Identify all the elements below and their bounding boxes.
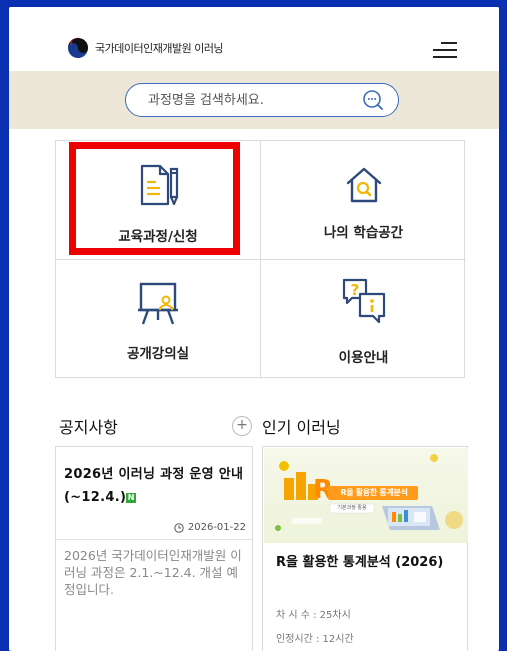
hamburger-menu-button[interactable] <box>429 40 457 60</box>
popular-course-card[interactable]: R R을 활용한 통계분석 기본과정 활용 R을 활용한 통계분석 (2026)… <box>262 446 468 651</box>
search-input[interactable] <box>148 90 348 110</box>
menu-line-icon <box>441 42 457 44</box>
popular-course-title[interactable]: R을 활용한 통계분석 (2026) <box>276 555 461 571</box>
notice-more-button[interactable]: + <box>232 416 252 436</box>
svg-text:?: ? <box>350 281 359 299</box>
notice-section-title: 공지사항 <box>59 418 118 437</box>
menu-line-icon <box>433 49 457 51</box>
search-icon[interactable] <box>362 89 384 111</box>
course-thumbnail: R R을 활용한 통계분석 기본과정 활용 <box>264 448 468 543</box>
divider <box>56 539 252 540</box>
menu-label-open-lectures: 공개강의실 <box>126 346 190 362</box>
header: 국가데이터인재개발원 이러닝 <box>9 7 499 71</box>
notice-date: 2026-01-22 <box>174 522 246 533</box>
app-frame: 국가데이터인재개발원 이러닝 과정명을 검색하세요. 교육과정/신청 나의 학습… <box>9 7 499 651</box>
taegeuk-logo-icon <box>68 37 88 58</box>
menu-label-guide: 이용안내 <box>338 350 389 366</box>
notice-title-text: 2026년 이러닝 과정 운영 안내(~12.4.) <box>64 467 244 505</box>
menu-item-my-learning[interactable]: 나의 학습공간 <box>261 141 466 260</box>
menu-item-open-lectures[interactable]: 공개강의실 <box>56 260 261 379</box>
highlight-box <box>69 142 240 255</box>
menu-label-my-learning: 나의 학습공간 <box>323 225 404 241</box>
house-search-icon <box>346 167 381 203</box>
notice-body: 2026년 국가데이터인재개발원 이러닝 과정은 2.1.~12.4. 개설 예… <box>64 548 242 597</box>
menu-line-icon <box>433 56 457 58</box>
notice-title[interactable]: 2026년 이러닝 과정 운영 안내(~12.4.) N <box>64 463 249 509</box>
notice-card[interactable]: 2026년 이러닝 과정 운영 안내(~12.4.) N 2026-01-22 2… <box>55 446 253 651</box>
question-info-chat-icon: ? <box>342 278 385 324</box>
thumbnail-subtitle: 기본과정 활용 <box>337 505 367 511</box>
thumbnail-title: R을 활용한 통계분석 <box>340 488 408 497</box>
course-hours: 인정시간 : 12시간 <box>276 634 354 645</box>
notice-date-text: 2026-01-22 <box>187 522 246 533</box>
presentation-board-icon <box>138 282 178 325</box>
plus-icon: + <box>236 417 248 433</box>
new-badge: N <box>126 493 137 503</box>
logo-text: 국가데이터인재개발원 이러닝 <box>95 42 224 55</box>
clock-icon <box>174 522 184 533</box>
search-box[interactable] <box>125 83 399 117</box>
course-sessions: 차 시 수 : 25차시 <box>276 610 351 621</box>
menu-item-guide[interactable]: ? 이용안내 <box>261 260 466 379</box>
popular-section-title: 인기 이러닝 <box>262 418 341 437</box>
logo[interactable]: 국가데이터인재개발원 이러닝 <box>67 37 224 59</box>
search-band <box>9 71 499 129</box>
